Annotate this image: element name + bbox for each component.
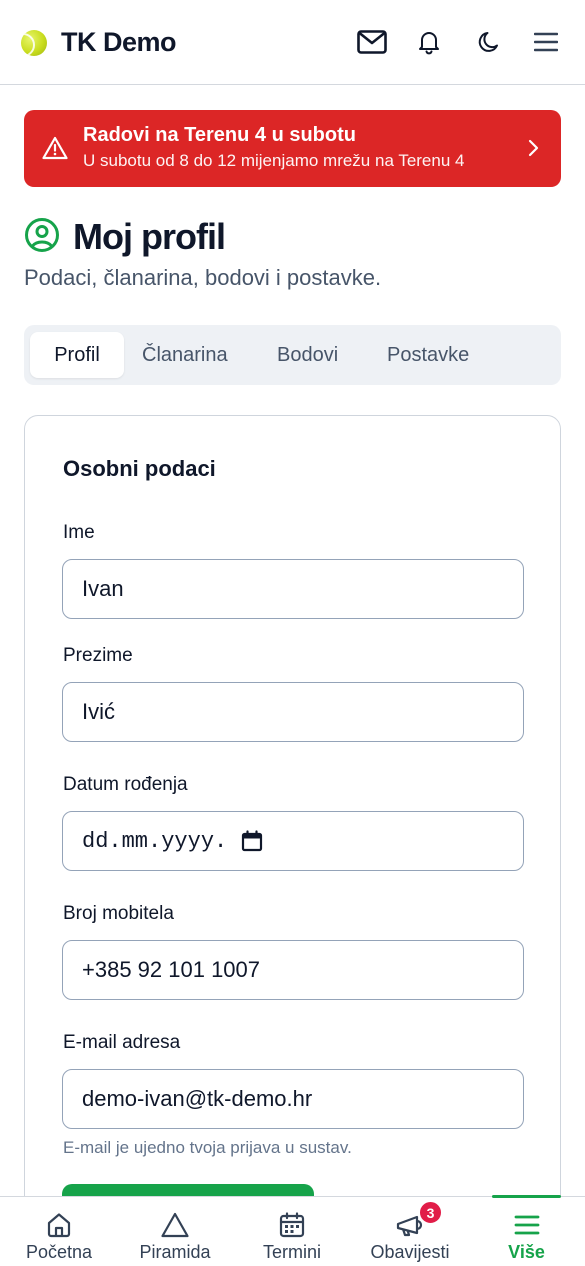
moon-icon[interactable] bbox=[473, 26, 505, 58]
nav-item-pocetna[interactable]: Početna bbox=[14, 1197, 104, 1266]
bell-icon[interactable] bbox=[413, 26, 445, 58]
profile-tabs: Profil Članarina Bodovi Postavke bbox=[24, 325, 561, 385]
email-input[interactable]: demo-ivan@tk-demo.hr bbox=[62, 1069, 524, 1129]
maintenance-alert[interactable]: Radovi na Terenu 4 u subotu U subotu od … bbox=[24, 110, 561, 187]
email-hint: E-mail je ujedno tvoja prijava u sustav. bbox=[63, 1138, 352, 1157]
megaphone-icon: 3 bbox=[395, 1200, 443, 1240]
page-header: Moj profil bbox=[24, 216, 226, 258]
brand[interactable]: TK Demo bbox=[21, 27, 177, 58]
alert-text: U subotu od 8 do 12 mijenjamo mrežu na T… bbox=[83, 151, 465, 170]
phone-label: Broj mobitela bbox=[63, 903, 174, 924]
chevron-right-icon bbox=[527, 138, 539, 163]
nav-label: Piramida bbox=[139, 1242, 211, 1262]
nav-item-piramida[interactable]: Piramida bbox=[128, 1197, 222, 1266]
tab-clanarina[interactable]: Članarina bbox=[142, 332, 228, 378]
warning-icon bbox=[42, 136, 68, 165]
page-subtitle: Podaci, članarina, bodovi i postavke. bbox=[24, 265, 382, 290]
email-label: E-mail adresa bbox=[63, 1032, 181, 1053]
nav-label: Termini bbox=[262, 1242, 321, 1262]
home-icon bbox=[45, 1210, 73, 1240]
last-name-input[interactable]: Ivić bbox=[62, 682, 524, 742]
nav-label: Početna bbox=[25, 1242, 93, 1262]
nav-item-vise[interactable]: Više bbox=[492, 1197, 561, 1266]
personal-data-card: Osobni podaci Ime Ivan Prezime Ivić Datu… bbox=[24, 415, 561, 1266]
nav-item-termini[interactable]: Termini bbox=[250, 1197, 334, 1266]
nav-item-obavijesti[interactable]: 3 Obavijesti bbox=[360, 1197, 460, 1266]
bottom-navigation: Početna Piramida Termini 3 Obavijesti Vi… bbox=[0, 1195, 585, 1266]
birth-date-input[interactable]: dd.mm.yyyy. bbox=[62, 811, 524, 871]
birth-date-label: Datum rođenja bbox=[63, 774, 188, 795]
phone-input[interactable]: +385 92 101 1007 bbox=[62, 940, 524, 1000]
alert-title: Radovi na Terenu 4 u subotu bbox=[83, 124, 356, 146]
first-name-input[interactable]: Ivan bbox=[62, 559, 524, 619]
first-name-label: Ime bbox=[63, 522, 95, 543]
tab-postavke[interactable]: Postavke bbox=[387, 332, 469, 378]
section-title: Osobni podaci bbox=[63, 456, 216, 481]
triangle-icon bbox=[160, 1210, 190, 1240]
nav-label: Obavijesti bbox=[370, 1242, 450, 1262]
nav-label: Više bbox=[508, 1242, 545, 1262]
user-circle-icon bbox=[24, 217, 60, 258]
app-name: TK Demo bbox=[61, 27, 177, 57]
date-placeholder: dd.mm.yyyy. bbox=[82, 828, 228, 854]
app-header: TK Demo bbox=[0, 0, 585, 85]
calendar-icon bbox=[278, 1210, 306, 1240]
page-title: Moj profil bbox=[73, 216, 226, 257]
menu-icon bbox=[514, 1210, 540, 1240]
last-name-label: Prezime bbox=[63, 645, 133, 666]
tennis-ball-logo-icon bbox=[21, 29, 47, 56]
mail-icon[interactable] bbox=[356, 26, 388, 58]
tab-profil[interactable]: Profil bbox=[30, 332, 124, 378]
tab-bodovi[interactable]: Bodovi bbox=[277, 332, 338, 378]
menu-icon[interactable] bbox=[530, 26, 562, 58]
notification-badge: 3 bbox=[418, 1200, 443, 1225]
calendar-picker-icon[interactable] bbox=[241, 830, 263, 852]
